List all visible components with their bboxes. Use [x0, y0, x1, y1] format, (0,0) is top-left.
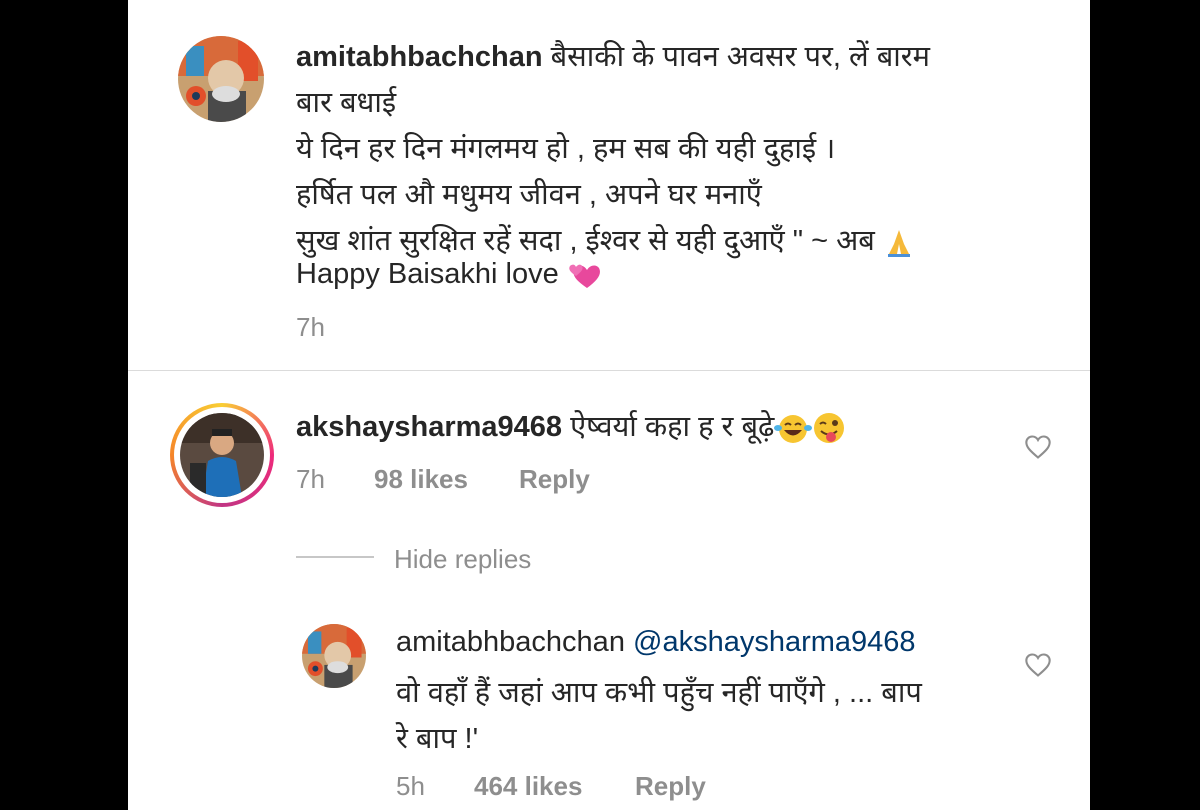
like-comment-button[interactable]	[1024, 434, 1052, 460]
heart-outline-icon	[1025, 653, 1051, 677]
comments-panel: amitabhbachchan बैसाकी के पावन अवसर पर, …	[128, 0, 1090, 810]
post-caption-line-3: ये दिन हर दिन मंगलमय हो , हम सब की यही द…	[296, 133, 836, 165]
reply-author-username[interactable]: amitabhbachchan	[396, 626, 625, 658]
reply-reply-button[interactable]: Reply	[635, 771, 706, 802]
post-caption-line-2: बार बधाई	[296, 87, 397, 119]
reply-text-line-2: वो वहाँ हैं जहां आप कभी पहुँच नहीं पाएँग…	[396, 677, 922, 709]
comment-likes-count[interactable]: 98 likes	[374, 464, 468, 495]
winking-tongue-icon	[812, 411, 846, 445]
comment-reply-button[interactable]: Reply	[519, 464, 590, 495]
post-caption-line-4: हर्षित पल औ मधुमय जीवन , अपने घर मनाएँ	[296, 179, 762, 211]
reply-author-avatar[interactable]	[302, 624, 366, 688]
comment-text: akshaysharma9468 ऐष्वर्या कहा ह र बूढ़े	[296, 406, 846, 445]
reply-timestamp: 5h	[396, 771, 425, 801]
reply-text-line-1: amitabhbachchan @akshaysharma9468	[396, 626, 916, 659]
post-author-avatar[interactable]	[178, 36, 264, 122]
heart-outline-icon	[1025, 435, 1051, 459]
hide-replies-line	[296, 556, 374, 558]
story-ring[interactable]	[170, 403, 274, 507]
divider	[128, 370, 1090, 371]
reply-mention[interactable]: @akshaysharma9468	[633, 626, 916, 658]
folded-hands-icon	[883, 226, 915, 258]
reply-text-line-3: रे बाप !'	[396, 723, 479, 755]
post-caption-line-5: सुख शांत सुरक्षित रहें सदा , ईश्वर से यह…	[296, 220, 915, 259]
post-caption-line-6: Happy Baisakhi love	[296, 258, 601, 291]
post-caption-line-1: amitabhbachchan बैसाकी के पावन अवसर पर, …	[296, 41, 930, 73]
post-author-username[interactable]: amitabhbachchan	[296, 41, 543, 73]
hide-replies-button[interactable]: Hide replies	[394, 544, 531, 575]
like-reply-button[interactable]	[1024, 652, 1052, 678]
comment-timestamp: 7h	[296, 464, 325, 494]
post-timestamp: 7h	[296, 312, 325, 342]
two-hearts-icon	[567, 260, 601, 290]
commenter-username[interactable]: akshaysharma9468	[296, 411, 562, 443]
reply-likes-count[interactable]: 464 likes	[474, 771, 582, 802]
tears-of-joy-icon	[774, 411, 813, 445]
commenter-avatar[interactable]	[180, 413, 264, 497]
